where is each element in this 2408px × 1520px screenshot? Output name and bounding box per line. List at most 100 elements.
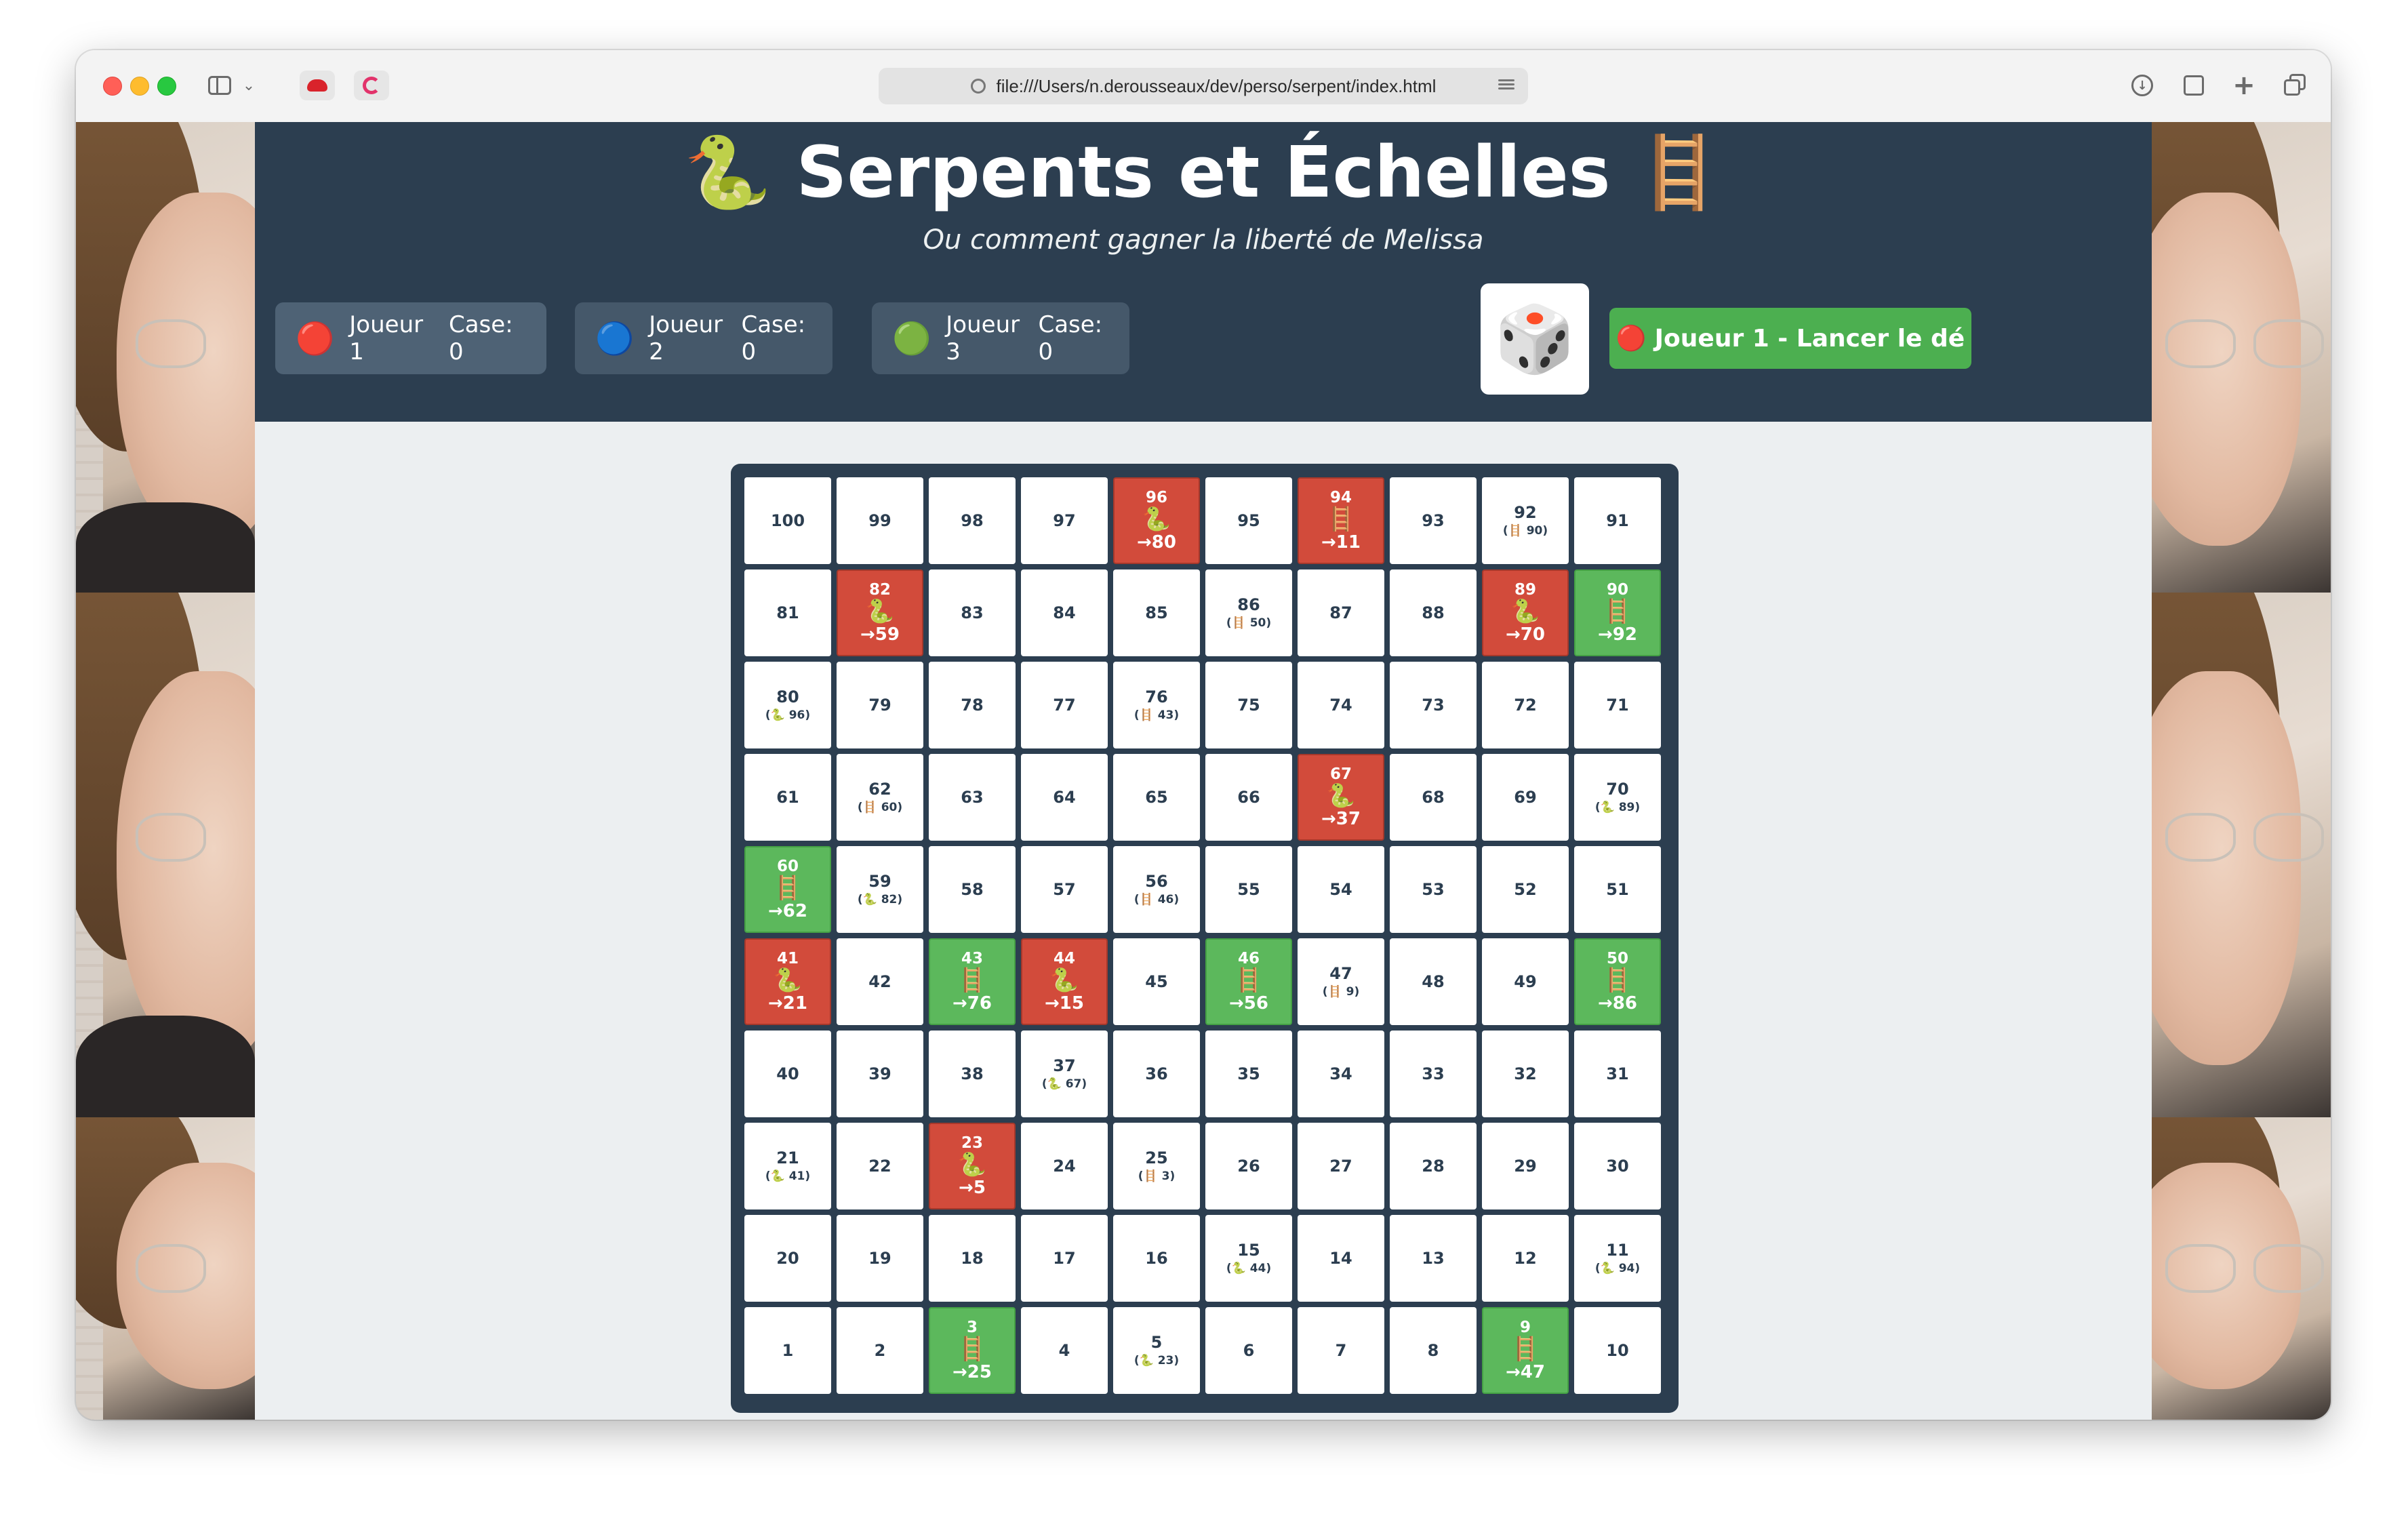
- board-cell-11: 11 (🐍 94): [1574, 1215, 1661, 1302]
- cell-number: 55: [1237, 880, 1260, 899]
- board-cell-34: 34: [1298, 1031, 1384, 1117]
- cell-destination: →80: [1137, 532, 1176, 553]
- cell-number: 13: [1422, 1249, 1445, 1268]
- cell-number: 68: [1422, 788, 1445, 807]
- cell-number: 43: [961, 950, 983, 967]
- cell-destination: →56: [1229, 993, 1268, 1014]
- redhat-extension-icon[interactable]: [300, 71, 335, 100]
- cell-number: 56: [1145, 872, 1168, 891]
- address-bar[interactable]: file:///Users/n.derousseaux/dev/perso/se…: [879, 68, 1528, 104]
- board-cell-88: 88: [1390, 569, 1477, 656]
- face-photo: [2152, 122, 2331, 593]
- minimize-window-button[interactable]: [130, 77, 149, 96]
- zoom-window-button[interactable]: [157, 77, 176, 96]
- board-cell-93: 93: [1390, 477, 1477, 564]
- tab-overview-icon[interactable]: [2279, 71, 2312, 100]
- player-position: Case: 0: [448, 311, 513, 365]
- board-cell-24: 24: [1021, 1123, 1108, 1209]
- blue-token-icon: 🔵: [595, 320, 635, 357]
- board-cell-75: 75: [1205, 662, 1292, 748]
- cell-number: 45: [1145, 972, 1168, 991]
- board-cell-57: 57: [1021, 846, 1108, 933]
- cell-number: 74: [1329, 696, 1352, 715]
- snake-icon: 🐍: [773, 967, 803, 994]
- cell-number: 79: [868, 696, 891, 715]
- board-cell-9: 9 🪜 →47: [1482, 1307, 1569, 1394]
- ladder-icon: 🪜: [1603, 967, 1632, 994]
- cell-number: 94: [1329, 489, 1352, 506]
- board-cell-22: 22: [837, 1123, 923, 1209]
- board-cell-66: 66: [1205, 754, 1292, 841]
- board-cell-98: 98: [929, 477, 1016, 564]
- chevron-down-icon[interactable]: ⌄: [239, 71, 259, 100]
- board-cell-40: 40: [744, 1031, 831, 1117]
- cell-number: 66: [1237, 788, 1260, 807]
- board-cell-14: 14: [1298, 1215, 1384, 1302]
- cell-number: 31: [1606, 1064, 1629, 1083]
- cell-origin-hint: (🪜 50): [1226, 616, 1272, 630]
- cell-number: 39: [868, 1064, 891, 1083]
- cell-number: 87: [1329, 603, 1352, 622]
- cell-number: 9: [1519, 1319, 1531, 1336]
- cell-number: 52: [1514, 880, 1537, 899]
- cell-number: 4: [1058, 1341, 1070, 1360]
- cell-number: 59: [868, 872, 891, 891]
- cell-origin-hint: (🪜 43): [1133, 708, 1180, 722]
- cell-number: 86: [1237, 595, 1260, 614]
- cell-number: 85: [1145, 603, 1168, 622]
- cell-number: 54: [1329, 880, 1352, 899]
- board-cell-85: 85: [1113, 569, 1200, 656]
- cell-number: 100: [770, 511, 805, 530]
- board-cell-94: 94 🪜 →11: [1298, 477, 1384, 564]
- snake-icon: 🐍: [1049, 967, 1079, 994]
- page-subtitle: Ou comment gagner la liberté de Melissa: [923, 224, 1484, 256]
- dice-icon[interactable]: 🎲: [1481, 283, 1589, 395]
- board-cell-5: 5 (🐍 23): [1113, 1307, 1200, 1394]
- cell-number: 5: [1150, 1333, 1163, 1352]
- reader-icon[interactable]: [1498, 77, 1514, 94]
- browser-window: ⌄ file:///Users/n.derousseaux/dev/perso/…: [76, 50, 2331, 1420]
- cell-destination: →62: [768, 901, 807, 921]
- download-icon[interactable]: ↓: [2126, 71, 2159, 100]
- url-text: file:///Users/n.derousseaux/dev/perso/se…: [996, 75, 1437, 96]
- cell-origin-hint: (🐍 94): [1594, 1262, 1641, 1275]
- cell-number: 60: [776, 858, 799, 875]
- sidebar-icon[interactable]: [205, 71, 235, 100]
- board-cell-36: 36: [1113, 1031, 1200, 1117]
- snake-icon: 🐍: [1142, 506, 1171, 533]
- close-window-button[interactable]: [103, 77, 122, 96]
- cell-number: 97: [1053, 511, 1076, 530]
- snake-icon: 🐍: [957, 1151, 987, 1178]
- page-info-icon[interactable]: [970, 79, 986, 94]
- share-icon[interactable]: [2178, 71, 2210, 100]
- c-extension-icon[interactable]: [354, 71, 389, 100]
- cell-number: 77: [1053, 696, 1076, 715]
- cell-number: 7: [1335, 1341, 1347, 1360]
- face-photo: [2152, 1117, 2331, 1420]
- board-cell-97: 97: [1021, 477, 1108, 564]
- cell-number: 49: [1514, 972, 1537, 991]
- cell-number: 32: [1514, 1064, 1537, 1083]
- cell-destination: →76: [952, 993, 992, 1014]
- ladder-icon: 🪜: [1234, 967, 1264, 994]
- cell-number: 33: [1422, 1064, 1445, 1083]
- board-cell-20: 20: [744, 1215, 831, 1302]
- roll-dice-button[interactable]: 🔴 Joueur 1 - Lancer le dé: [1609, 308, 1971, 369]
- cell-destination: →47: [1506, 1362, 1545, 1382]
- cell-number: 22: [868, 1157, 891, 1176]
- player-1-card: 🔴 Joueur 1 Case: 0: [275, 302, 546, 374]
- board-cell-69: 69: [1482, 754, 1569, 841]
- cell-number: 42: [868, 972, 891, 991]
- face-photo: [2152, 593, 2331, 1117]
- board-cell-100: 100: [744, 477, 831, 564]
- new-tab-icon[interactable]: +: [2228, 70, 2260, 101]
- cell-number: 89: [1514, 581, 1536, 599]
- board-cell-67: 67 🐍 →37: [1298, 754, 1384, 841]
- board-cell-74: 74: [1298, 662, 1384, 748]
- cell-number: 64: [1053, 788, 1076, 807]
- board-cell-70: 70 (🐍 89): [1574, 754, 1661, 841]
- game-board: 100 99 98 97 96 🐍 →80 95 94 🪜 →11 93 92 (🪜 90) 91 81 82 🐍…: [731, 464, 1679, 1413]
- cell-origin-hint: (🐍 41): [765, 1169, 811, 1183]
- board-cell-10: 10: [1574, 1307, 1661, 1394]
- cell-number: 82: [868, 581, 891, 599]
